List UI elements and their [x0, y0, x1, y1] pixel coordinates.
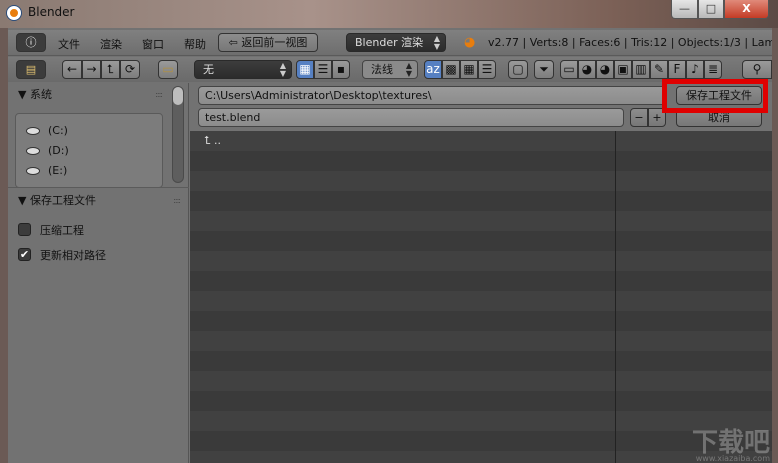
sort-size-icon[interactable]: ☰: [478, 60, 496, 79]
left-sidebar: ▼ 系统 :::: (C:) (D:) (E:) ▼ 保存工程文件 :::: 压…: [8, 83, 189, 463]
editor-type-info-icon[interactable]: ⓘ: [16, 33, 46, 52]
minimize-button[interactable]: —: [671, 0, 698, 19]
menu-window[interactable]: 窗口: [142, 36, 164, 52]
new-folder-button[interactable]: ▭: [158, 60, 178, 79]
drive-label: (D:): [48, 144, 69, 157]
editor-type-filebrowser-icon[interactable]: ▤: [16, 60, 46, 79]
sidebar-scrollbar[interactable]: [172, 86, 184, 183]
blender-logo-icon: [7, 6, 21, 20]
back-icon: ⇦: [228, 36, 242, 49]
refresh-button[interactable]: ⟳: [120, 60, 140, 79]
drive-item[interactable]: (D:): [26, 144, 69, 157]
short-list-view-button[interactable]: ▦: [296, 60, 314, 79]
filter-icon[interactable]: ⏷: [534, 60, 554, 79]
blender-icon: ◕: [464, 35, 476, 50]
filter-backup-icon[interactable]: ◕: [596, 60, 614, 79]
hide-dot-files-icon[interactable]: ▢: [508, 60, 528, 79]
drive-label: (E:): [48, 164, 68, 177]
drag-grip-icon[interactable]: ::::: [173, 196, 181, 205]
menu-bar: ⓘ 文件 渲染 窗口 帮助 ⇦ 返回前一视图 Blender 渲染 ▲ ▼ ◕ v2…: [8, 30, 772, 56]
column-divider: [615, 131, 616, 463]
file-list: ⮤ ..: [190, 131, 772, 463]
title-bar: Blender — □ X: [0, 0, 778, 28]
menu-render[interactable]: 渲染: [100, 36, 122, 52]
recent-filter-dropdown[interactable]: 无 ▲ ▼: [194, 60, 292, 79]
parent-dir-label: ..: [214, 134, 221, 147]
compress-label: 压缩工程: [40, 224, 84, 237]
drive-item[interactable]: (E:): [26, 164, 67, 177]
parent-dir-button[interactable]: ⮤: [101, 60, 120, 79]
directory-path-input[interactable]: C:\Users\Administrator\Desktop\textures\: [198, 86, 666, 105]
drag-grip-icon[interactable]: ::::: [155, 90, 163, 99]
sort-extension-icon[interactable]: ▩: [442, 60, 460, 79]
render-engine-value: Blender 渲染: [355, 36, 424, 49]
search-icon[interactable]: ⚲: [742, 60, 772, 79]
checkmark-icon: ✔: [19, 248, 30, 261]
compress-checkbox[interactable]: [18, 223, 31, 236]
filter-font-icon[interactable]: F: [668, 60, 686, 79]
sort-alpha-icon[interactable]: az: [424, 60, 442, 79]
file-browser-toolbar: ▤ ← → ⮤ ⟳ ▭ 无 ▲ ▼ ▦ ☰ ▪ 法线 ▲ ▼ az ▩ ▦ ☰ ▢ ⏷ …: [8, 57, 772, 82]
highlight-box: [662, 79, 768, 113]
file-browser-main: C:\Users\Administrator\Desktop\textures\…: [190, 83, 772, 463]
scene-stats: v2.77 | Verts:8 | Faces:6 | Tris:12 | Ob…: [488, 36, 772, 49]
display-size-value: 法线: [371, 63, 393, 76]
drive-label: (C:): [48, 124, 68, 137]
watermark-url: www.xiazaiba.com: [695, 454, 770, 463]
filter-sound-icon[interactable]: ♪: [686, 60, 704, 79]
decrement-button[interactable]: −: [630, 108, 648, 127]
drive-icon: [26, 127, 40, 135]
scrollbar-thumb[interactable]: [173, 87, 183, 105]
forward-arrow-button[interactable]: →: [82, 60, 101, 79]
save-options-header[interactable]: ▼ 保存工程文件: [18, 192, 96, 208]
remap-relative-checkbox[interactable]: ✔: [18, 248, 31, 261]
back-to-previous-button[interactable]: ⇦ 返回前一视图: [218, 33, 318, 52]
filter-folder-icon[interactable]: ▭: [560, 60, 578, 79]
menu-file[interactable]: 文件: [58, 36, 80, 52]
filter-movie-icon[interactable]: ▥: [632, 60, 650, 79]
system-header-label: 系统: [29, 88, 52, 101]
thumbnail-view-button[interactable]: ▪: [332, 60, 350, 79]
back-label: 返回前一视图: [241, 36, 308, 49]
drive-item[interactable]: (C:): [26, 124, 68, 137]
filter-script-icon[interactable]: ✎: [650, 60, 668, 79]
drives-list: (C:) (D:) (E:): [15, 113, 163, 188]
maximize-button[interactable]: □: [698, 0, 724, 19]
long-list-view-button[interactable]: ☰: [314, 60, 332, 79]
display-size-dropdown[interactable]: 法线 ▲ ▼: [362, 60, 418, 79]
sort-date-icon[interactable]: ▦: [460, 60, 478, 79]
drive-icon: [26, 167, 40, 175]
remap-relative-label: 更新相对路径: [40, 249, 106, 262]
filter-image-icon[interactable]: ▣: [614, 60, 632, 79]
render-engine-dropdown[interactable]: Blender 渲染 ▲ ▼: [346, 33, 446, 52]
system-section-header[interactable]: ▼ 系统: [18, 86, 52, 102]
save-header-label: 保存工程文件: [29, 194, 96, 207]
drive-icon: [26, 147, 40, 155]
parent-arrow-icon: ⮤: [204, 134, 214, 147]
blender-window: ⓘ 文件 渲染 窗口 帮助 ⇦ 返回前一视图 Blender 渲染 ▲ ▼ ◕ v2…: [8, 28, 772, 463]
divider: [8, 187, 189, 188]
window-title: Blender: [28, 5, 75, 19]
parent-dir-entry[interactable]: ⮤ ..: [204, 134, 221, 148]
close-button[interactable]: X: [724, 0, 769, 19]
filter-text-icon[interactable]: ≣: [704, 60, 722, 79]
back-arrow-button[interactable]: ←: [62, 60, 82, 79]
filename-input[interactable]: test.blend: [198, 108, 624, 127]
recent-filter-value: 无: [203, 63, 214, 76]
filter-blend-icon[interactable]: ◕: [578, 60, 596, 79]
menu-help[interactable]: 帮助: [184, 36, 206, 52]
